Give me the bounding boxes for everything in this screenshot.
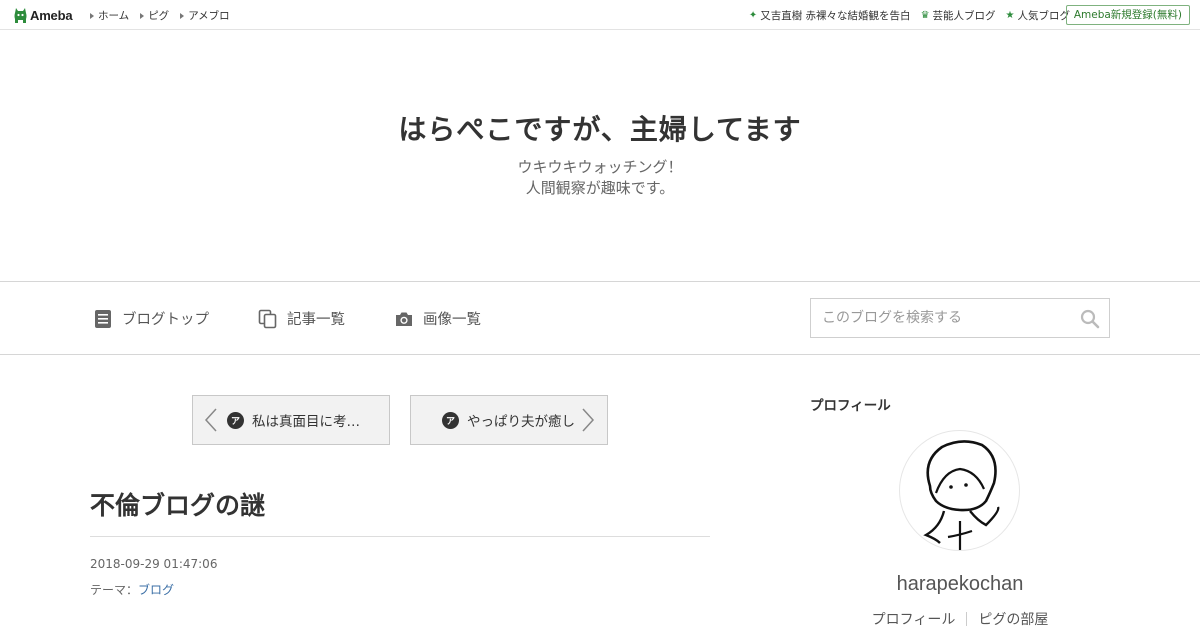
global-header: Ameba ホーム ピグ アメブロ ✦ 又吉直樹 赤裸々な結婚観を告白 ♛ 芸能人ブ… [0,0,1200,30]
entry-theme: テーマ：ブログ [90,581,174,598]
chevron-left-icon [204,408,217,432]
topic-link-news[interactable]: ✦ 又吉直樹 赤裸々な結婚観を告白 [749,8,911,23]
entry-date: 2018-09-29 01:47:06 [90,557,218,571]
copy-pages-icon [258,309,277,328]
logo-text: Ameba [30,7,73,23]
global-nav: ホーム ピグ アメブロ [90,8,230,23]
profile-links: プロフィール ピグの部屋 [810,609,1110,629]
nav-image-list[interactable]: 画像一覧 [394,308,481,329]
chevron-right-icon [582,408,595,432]
ameba-logo[interactable]: Ameba [14,6,73,24]
nav-pigg[interactable]: ピグ [140,8,169,23]
title-divider [90,536,710,537]
ameba-speech-icon: ア [227,411,244,429]
blog-description: ウキウキウォッチング！ 人間観察が趣味です。 [0,157,1200,199]
avatar[interactable] [899,430,1020,551]
triangle-right-icon [90,12,94,19]
nav-blog-top[interactable]: ブログトップ [93,308,209,329]
nav-ameblo[interactable]: アメブロ [180,8,230,23]
profile-username[interactable]: harapekochan [810,573,1110,596]
blog-search [810,298,1110,338]
profile-link[interactable]: プロフィール [861,609,967,629]
triangle-right-icon [140,12,145,19]
prev-entry-button[interactable]: ア 私は真面目に考… [192,395,390,445]
next-entry-label: やっぱり夫が癒し [467,414,575,430]
document-icon [95,309,111,328]
camera-icon [396,312,412,326]
topic-links: ✦ 又吉直樹 赤裸々な結婚観を告白 ♛ 芸能人ブログ ★ 人気ブログ [749,8,1070,23]
sparkle-icon: ✦ [748,10,758,21]
ameba-mascot-icon [14,7,27,23]
topic-link-popular[interactable]: ★ 人気ブログ [1006,8,1070,23]
theme-label: テーマ： [90,583,139,597]
entry-title[interactable]: 不倫ブログの謎 [90,486,265,522]
nav-home[interactable]: ホーム [90,8,129,23]
signup-button[interactable]: Ameba新規登録(無料) [1065,5,1190,25]
search-icon[interactable] [1080,309,1100,329]
description-line-1: ウキウキウォッチング！ [517,158,683,176]
blog-title[interactable]: はらぺこですが、主婦してます [0,108,1200,148]
nav-entry-list[interactable]: 記事一覧 [258,308,345,329]
ameba-speech-icon: ア [442,411,459,429]
star-icon: ★ [1005,10,1015,21]
description-line-2: 人間観察が趣味です。 [525,179,675,197]
crown-icon: ♛ [920,10,930,21]
topic-link-celebrity[interactable]: ♛ 芸能人ブログ [921,8,996,23]
next-entry-button[interactable]: ア やっぱり夫が癒し [410,395,608,445]
profile-heading: プロフィール [810,398,891,414]
pigg-room-link[interactable]: ピグの部屋 [967,609,1059,629]
avatar-drawing [923,440,1000,550]
blog-nav: ブログトップ 記事一覧 画像一覧 [0,281,1200,355]
theme-link[interactable]: ブログ [138,583,174,597]
prev-entry-label: 私は真面目に考… [252,414,360,430]
triangle-right-icon [180,12,185,19]
search-input[interactable] [811,299,1071,337]
